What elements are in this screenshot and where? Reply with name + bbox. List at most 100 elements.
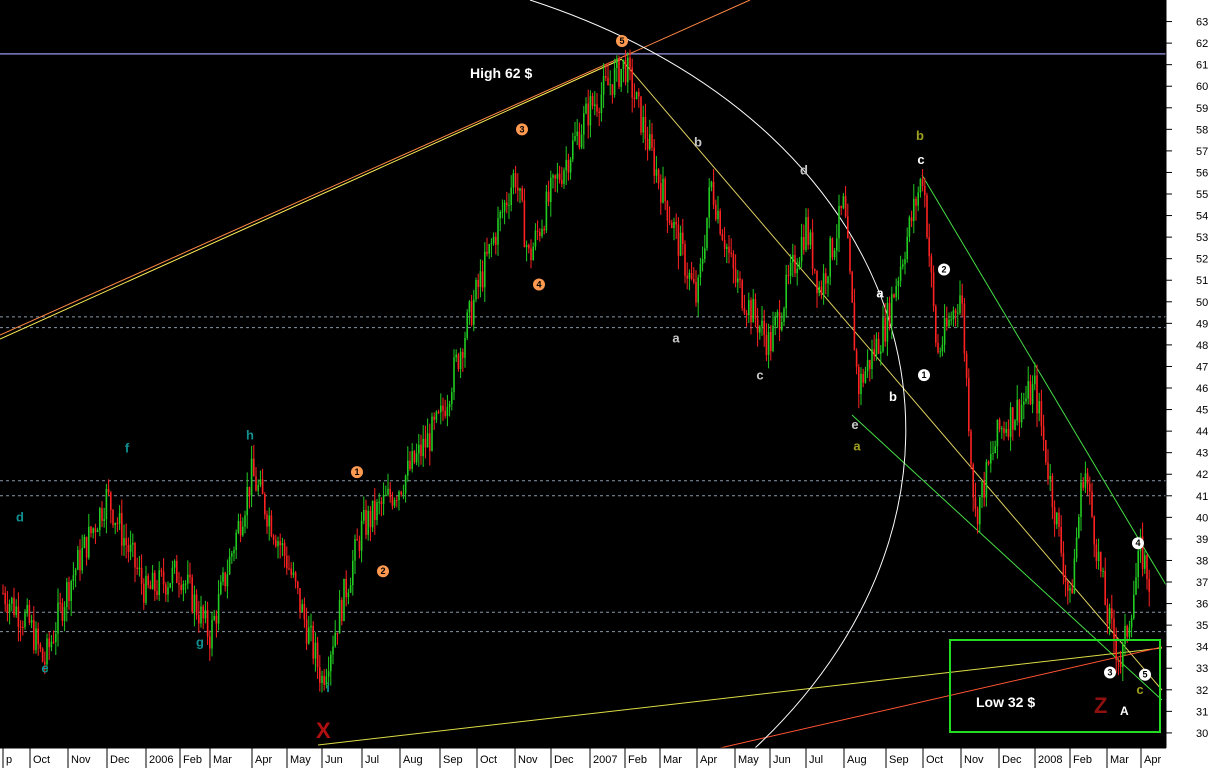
price-axis — [1166, 0, 1216, 768]
candle-body — [402, 493, 405, 495]
wave-count-number: 1 — [354, 467, 359, 477]
candle-body — [1067, 581, 1069, 591]
candle-body — [1073, 558, 1076, 594]
candle-body — [237, 521, 240, 533]
candle-body — [26, 605, 28, 614]
candle-body — [345, 578, 347, 598]
candle-body — [756, 318, 759, 333]
candle-body — [721, 233, 724, 240]
candle-body — [136, 567, 138, 570]
candle-body — [116, 522, 119, 524]
candle-body — [1025, 398, 1027, 402]
candle-body — [160, 570, 163, 572]
candle-body — [270, 515, 273, 537]
candle-body — [391, 497, 394, 506]
candle-body — [147, 575, 149, 586]
candle-body — [105, 488, 108, 520]
candle-body — [869, 360, 871, 369]
candle-body — [85, 536, 88, 558]
candle-body — [246, 486, 248, 516]
candle-body — [750, 300, 752, 323]
candle-body — [1071, 588, 1073, 594]
candle-body — [1003, 428, 1005, 433]
candle-body — [979, 497, 981, 525]
candle-body — [316, 642, 319, 668]
candle-body — [506, 202, 508, 206]
candle-body — [180, 584, 182, 591]
x-tick-label: Nov — [71, 754, 91, 766]
candle-body — [512, 173, 515, 188]
stock-chart: High 62 $ Low 32 $ X Z A defghiabcdeabca… — [0, 0, 1216, 768]
candle-body — [572, 140, 574, 160]
candle-body — [424, 438, 427, 448]
candle-body — [4, 593, 6, 605]
candle-body — [1126, 625, 1128, 637]
candle-body — [336, 632, 339, 634]
candle-body — [347, 592, 350, 598]
y-tick-label: 30 — [1196, 728, 1208, 740]
candle-body — [198, 614, 200, 624]
candle-body — [17, 606, 20, 627]
candle-body — [627, 57, 629, 83]
candle-body — [24, 613, 26, 628]
candle-body — [1106, 605, 1109, 624]
candle-body — [1089, 483, 1091, 492]
candle-body — [574, 135, 576, 141]
candle-body — [341, 599, 343, 621]
candle-body — [1078, 517, 1080, 538]
candle-body — [781, 322, 783, 330]
y-tick-label: 61 — [1196, 60, 1208, 72]
candle-body — [286, 555, 288, 569]
candle-body — [250, 458, 253, 496]
candle-body — [444, 410, 446, 417]
candle-body — [930, 256, 933, 273]
wave-label: i — [326, 680, 330, 695]
candle-body — [486, 251, 488, 254]
candle-body — [946, 318, 948, 327]
candle-body — [1133, 594, 1135, 619]
candle-body — [479, 271, 482, 287]
candle-body — [981, 481, 983, 498]
y-tick-label: 45 — [1196, 405, 1208, 417]
x-tick-label: Feb — [628, 754, 647, 766]
candle-body — [156, 591, 158, 596]
candle-body — [253, 458, 255, 477]
candle-body — [501, 211, 504, 213]
candle-body — [990, 453, 992, 464]
candle-body — [657, 169, 660, 184]
wave-label: h — [246, 428, 254, 443]
wave-label: c — [756, 367, 763, 382]
candle-body — [1049, 476, 1051, 480]
candle-body — [103, 519, 105, 521]
candle-body — [268, 515, 270, 527]
candle-body — [778, 312, 781, 330]
candle-body — [569, 159, 572, 173]
candle-body — [442, 405, 444, 411]
candle-body — [831, 238, 834, 258]
candle-body — [1060, 527, 1062, 553]
candle-body — [50, 641, 53, 648]
candle-body — [154, 572, 156, 592]
candle-body — [888, 302, 891, 326]
wave-label: a — [876, 285, 884, 300]
candle-body — [1093, 516, 1095, 545]
x-tick-label: 2007 — [593, 754, 617, 766]
candle-body — [895, 286, 897, 298]
candle-body — [580, 134, 583, 148]
candle-body — [248, 486, 251, 496]
candle-body — [620, 69, 622, 87]
candle-body — [1082, 482, 1084, 488]
candle-body — [411, 451, 413, 469]
candle-body — [1097, 551, 1100, 562]
candle-body — [387, 488, 389, 495]
candle-body — [833, 250, 836, 258]
candle-body — [776, 312, 779, 318]
candle-body — [1135, 577, 1137, 595]
candle-body — [200, 606, 202, 624]
candle-body — [917, 192, 919, 206]
candle-body — [519, 188, 521, 191]
candle-body — [587, 103, 589, 126]
candle-body — [959, 295, 961, 313]
candle-body — [785, 274, 787, 309]
candle-body — [182, 583, 185, 591]
